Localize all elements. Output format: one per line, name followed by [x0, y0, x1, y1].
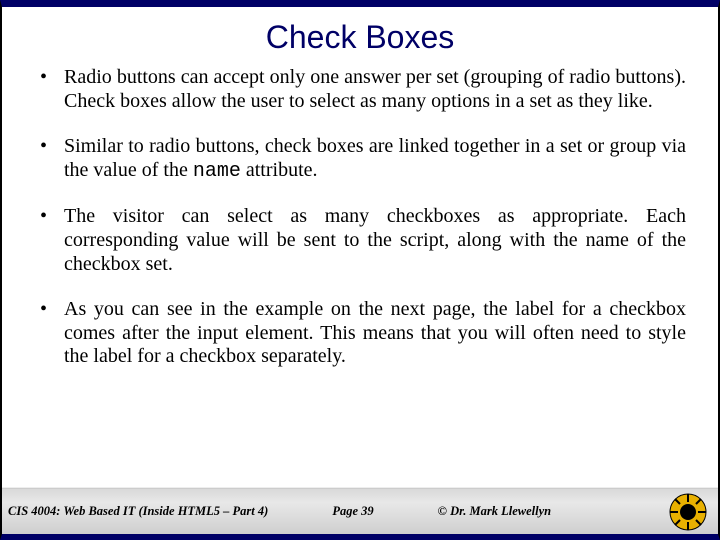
- bullet-list: Radio buttons can accept only one answer…: [34, 66, 686, 369]
- slide-content: Radio buttons can accept only one answer…: [2, 66, 718, 488]
- footer-bar: CIS 4004: Web Based IT (Inside HTML5 – P…: [2, 488, 718, 534]
- ucf-logo-icon: [668, 492, 708, 532]
- footer-author: © Dr. Mark Llewellyn: [438, 504, 552, 519]
- bullet-item: As you can see in the example on the nex…: [34, 298, 686, 369]
- footer-course: CIS 4004: Web Based IT (Inside HTML5 – P…: [8, 504, 268, 519]
- bullet-item: Radio buttons can accept only one answer…: [34, 66, 686, 113]
- slide: Check Boxes Radio buttons can accept onl…: [0, 0, 720, 540]
- bullet-item: The visitor can select as many checkboxe…: [34, 205, 686, 276]
- bullet-text: Similar to radio buttons, check boxes ar…: [64, 135, 686, 181]
- page-title: Check Boxes: [2, 19, 718, 56]
- bullet-text: attribute.: [241, 159, 318, 181]
- footer-page: Page 39: [332, 504, 373, 519]
- bullet-item: Similar to radio buttons, check boxes ar…: [34, 135, 686, 183]
- code-text: name: [193, 160, 241, 183]
